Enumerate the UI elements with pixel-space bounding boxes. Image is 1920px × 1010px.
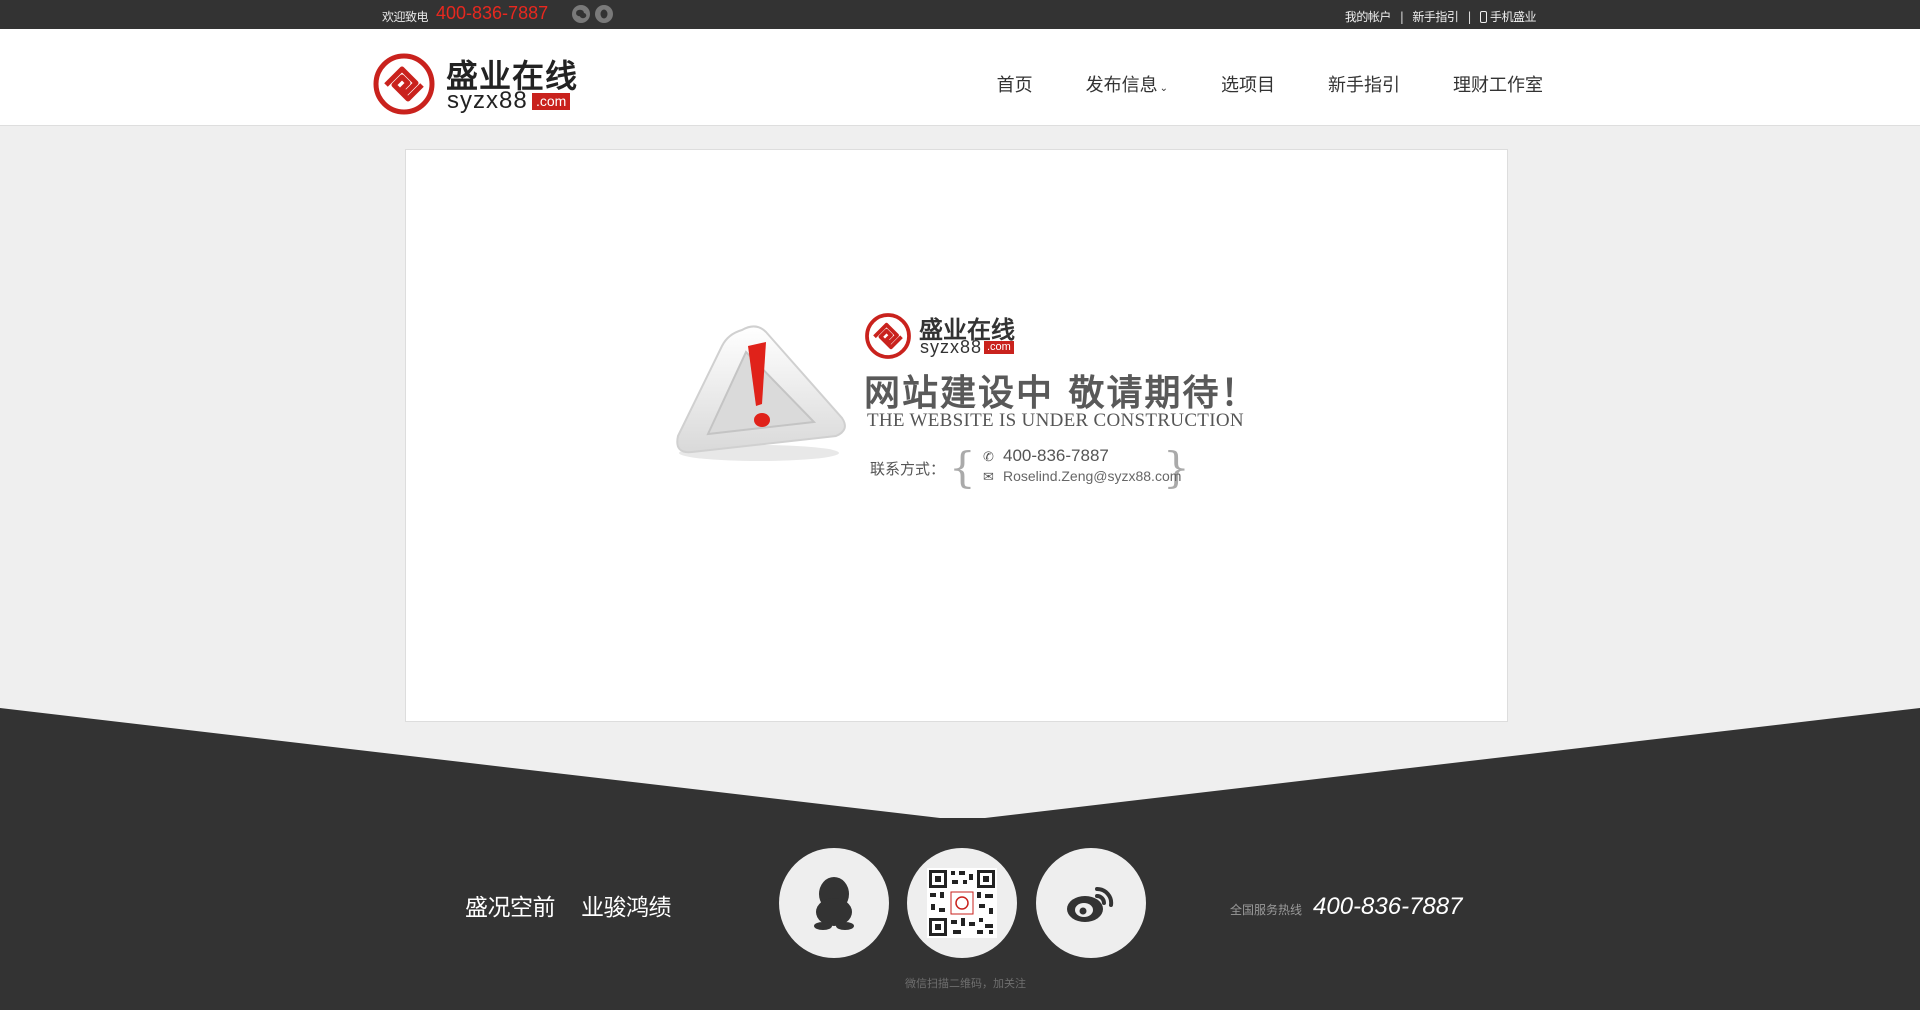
contact-label: 联系方式： — [870, 460, 946, 478]
mail-icon: ✉ — [983, 469, 994, 484]
warning-icon — [676, 325, 846, 461]
mobile-site-link[interactable]: 手机盛业 — [1490, 8, 1537, 25]
top-hotline: 400-836-7887 — [436, 3, 549, 23]
panel-logo-domain: .com — [984, 341, 1014, 354]
slogan-part-1: 盛况空前 — [465, 895, 556, 921]
wechat-icon[interactable] — [572, 5, 590, 23]
contact-email-address[interactable]: Roselind.Zeng@syzx88.com — [1003, 468, 1181, 484]
logo-english-name: syzx88 — [447, 87, 528, 114]
site-logo[interactable]: 盛业在线 syzx88 .com — [372, 51, 592, 119]
contact-phone-number: 400-836-7887 — [1003, 446, 1109, 465]
nav-item-home[interactable]: 首页 — [997, 71, 1033, 97]
footer-weibo-button[interactable] — [1036, 848, 1146, 958]
logo-domain: .com — [532, 93, 571, 110]
top-bar: 欢迎致电 400-836-7887 我的帐户 | 新手指引 | 手机盛业 — [0, 0, 1920, 29]
divider: | — [1399, 9, 1404, 24]
contact-email: ✉ Roselind.Zeng@syzx88.com — [983, 468, 1181, 485]
footer-hotline-number: 400-836-7887 — [1313, 893, 1463, 920]
slogan-part-2: 业骏鸿绩 — [581, 895, 672, 921]
qq-icon[interactable] — [595, 5, 613, 23]
footer-qq-button[interactable] — [779, 848, 889, 958]
footer-hotline-label: 全国服务热线 — [1230, 903, 1303, 917]
nav-item-projects[interactable]: 选项目 — [1221, 71, 1275, 97]
logo-mark-icon — [373, 53, 435, 115]
qr-code-icon — [927, 868, 997, 938]
beginner-guide-link[interactable]: 新手指引 — [1412, 8, 1459, 25]
header: 盛业在线 syzx88 .com 首页 发布信息 ⌄ 选项目 新手指引 理财工作室 — [0, 29, 1920, 126]
welcome-text: 欢迎致电 — [382, 10, 429, 24]
construction-panel: 盛业在线 syzx88 .com 网站建设中 敬请期待！ THE WEBSITE… — [405, 149, 1508, 722]
left-brace: { — [949, 443, 976, 492]
construction-headline: 网站建设中 敬请期待！ — [864, 373, 1259, 414]
weibo-icon — [1067, 886, 1114, 922]
qr-caption: 微信扫描二维码，加关注 — [905, 977, 1026, 990]
panel-logo-english-name: syzx88 — [920, 337, 983, 357]
footer-slogan: 盛况空前 业骏鸿绩 — [465, 888, 672, 922]
contact-phone: ✆ 400-836-7887 — [983, 446, 1109, 466]
panel-logo: 盛业在线 syzx88 .com — [864, 310, 1044, 362]
chevron-down-icon: ⌄ — [1159, 83, 1168, 94]
main-nav: 首页 发布信息 ⌄ 选项目 新手指引 理财工作室 — [944, 71, 1543, 97]
footer-qr-code — [907, 848, 1017, 958]
top-links: 我的帐户 | 新手指引 | 手机盛业 — [1345, 8, 1537, 25]
mobile-phone-icon — [1479, 10, 1487, 23]
my-account-link[interactable]: 我的帐户 — [1345, 8, 1392, 25]
qq-icon — [814, 877, 854, 930]
divider: | — [1467, 9, 1471, 24]
nav-item-studio[interactable]: 理财工作室 — [1453, 71, 1543, 97]
nav-item-publish[interactable]: 发布信息 ⌄ — [1086, 71, 1168, 97]
nav-item-guide[interactable]: 新手指引 — [1328, 71, 1400, 97]
nav-item-label: 发布信息 — [1085, 75, 1158, 96]
logo-mark-icon — [865, 313, 911, 359]
phone-icon: ✆ — [983, 449, 994, 464]
construction-subline: THE WEBSITE IS UNDER CONSTRUCTION — [867, 410, 1244, 431]
